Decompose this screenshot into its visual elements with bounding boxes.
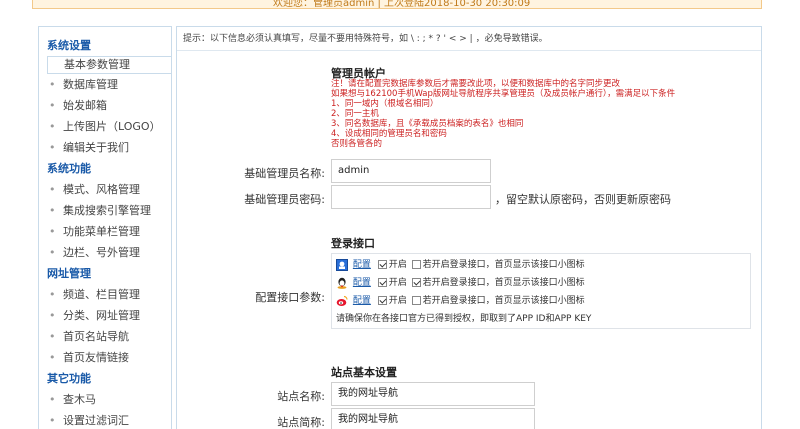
site-short-name-label: 站点简称: [277, 416, 325, 429]
sidebar-item-menu-bar[interactable]: • 功能菜单栏管理 [39, 221, 171, 242]
sidebar-item-database[interactable]: • 数据库管理 [39, 74, 171, 95]
bullet-icon: • [49, 309, 56, 322]
sidebar: 系统设置 基本参数管理 • 数据库管理 • 始发邮箱 • 上传图片（LOGO） • 编辑… [38, 26, 172, 429]
bullet-icon: • [49, 414, 56, 427]
sidebar-item-friend-links[interactable]: • 首页友情链接 [39, 347, 171, 368]
bullet-icon: • [49, 141, 56, 154]
sidebar-item-basic-params[interactable]: 基本参数管理 [47, 56, 171, 74]
admin-password-input[interactable] [331, 185, 491, 209]
top-status-text: 欢迎您：管理员admin | 上次登陆2018-10-30 20:30:09 [273, 0, 531, 9]
bullet-icon: • [49, 78, 56, 91]
weibo-config-link[interactable]: 配置 [353, 296, 371, 306]
sidebar-group-title-system-functions[interactable]: 系统功能 [39, 158, 171, 179]
weibo-enable-checkbox[interactable] [377, 296, 387, 305]
admin-username-input[interactable]: admin [331, 159, 491, 183]
login-row-qq: 配置 开启 若开启登录接口，首页显示该接口小图标 [336, 258, 585, 272]
admin-note-line: 否则各管各的 [331, 139, 383, 149]
bullet-icon: • [49, 99, 56, 112]
sidebar-group-title-system-settings[interactable]: 系统设置 [39, 36, 171, 56]
sidebar-item-famous-sites[interactable]: • 首页名站导航 [39, 326, 171, 347]
login-auth-footer: 请确保你在各接口官方已得到授权，即取到了APP ID和APP KEY [336, 314, 592, 324]
sidebar-item-trojan-scan[interactable]: • 查木马 [39, 389, 171, 410]
sidebar-group-title-other[interactable]: 其它功能 [39, 368, 171, 389]
site-name-label: 站点名称: [277, 390, 325, 403]
top-status-bar: 欢迎您：管理员admin | 上次登陆2018-10-30 20:30:09 [32, 0, 762, 9]
bullet-icon: • [49, 246, 56, 259]
login-config-label: 配置接口参数: [255, 291, 325, 304]
sidebar-item-mailbox[interactable]: • 始发邮箱 [39, 95, 171, 116]
baidu-icon [336, 277, 348, 289]
qq-enable-label: 开启 [388, 260, 407, 270]
login-row-baidu: 配置 开启 若开启登录接口，首页显示该接口小图标 [336, 276, 585, 290]
sidebar-item-categories[interactable]: • 分类、网址管理 [39, 305, 171, 326]
bullet-icon: • [49, 330, 56, 343]
sidebar-group-title-url-management[interactable]: 网址管理 [39, 263, 171, 284]
bullet-icon: • [49, 120, 56, 133]
admin-password-label: 基础管理员密码: [244, 193, 325, 206]
sidebar-item-about[interactable]: • 编辑关于我们 [39, 137, 171, 158]
sidebar-item-mode-style[interactable]: • 模式、风格管理 [39, 179, 171, 200]
login-row-weibo: 配置 开启 若开启登录接口，首页显示该接口小图标 [336, 294, 585, 308]
qq-show-icon-checkbox[interactable] [411, 260, 421, 269]
sidebar-item-filter-words[interactable]: • 设置过滤词汇 [39, 410, 171, 429]
admin-username-label: 基础管理员名称: [244, 167, 325, 180]
bullet-icon: • [49, 225, 56, 238]
login-section-title: 登录接口 [331, 237, 375, 250]
weibo-icon [336, 295, 348, 307]
qq-enable-checkbox[interactable] [377, 260, 387, 269]
site-name-input[interactable]: 我的网址导航 [331, 382, 535, 406]
bullet-icon: • [49, 393, 56, 406]
site-short-name-input[interactable]: 我的网址导航 [331, 408, 535, 429]
bullet-icon: • [49, 288, 56, 301]
bullet-icon: • [49, 204, 56, 217]
qq-show-desc: 若开启登录接口，首页显示该接口小图标 [422, 260, 585, 270]
admin-password-hint: ，留空默认原密码，否则更新原密码 [495, 193, 671, 206]
weibo-show-desc: 若开启登录接口，首页显示该接口小图标 [422, 296, 585, 306]
login-config-box: 配置 开启 若开启登录接口，首页显示该接口小图标 配置 开启 若开启登录接口，首… [331, 253, 751, 329]
sidebar-item-search-engine[interactable]: • 集成搜索引擎管理 [39, 200, 171, 221]
bullet-icon: • [49, 183, 56, 196]
main-panel: 提示：以下信息必须认真填写，尽量不要用特殊符号，如 \ : ; * ? ' < … [176, 26, 762, 429]
sidebar-item-sidebar-extra[interactable]: • 边栏、号外管理 [39, 242, 171, 263]
baidu-show-desc: 若开启登录接口，首页显示该接口小图标 [422, 278, 585, 288]
weibo-show-icon-checkbox[interactable] [411, 296, 421, 305]
baidu-config-link[interactable]: 配置 [353, 278, 371, 288]
weibo-enable-label: 开启 [388, 296, 407, 306]
baidu-enable-checkbox[interactable] [377, 278, 387, 287]
bullet-icon: • [49, 351, 56, 364]
sidebar-item-upload-logo[interactable]: • 上传图片（LOGO） [39, 116, 171, 137]
baidu-show-icon-checkbox[interactable] [411, 278, 421, 287]
qq-icon [336, 258, 348, 271]
sidebar-item-channels[interactable]: • 频道、栏目管理 [39, 284, 171, 305]
site-section-title: 站点基本设置 [331, 366, 397, 379]
qq-config-link[interactable]: 配置 [353, 260, 371, 270]
tip-bar: 提示：以下信息必须认真填写，尽量不要用特殊符号，如 \ : ; * ? ' < … [177, 27, 761, 51]
baidu-enable-label: 开启 [388, 278, 407, 288]
